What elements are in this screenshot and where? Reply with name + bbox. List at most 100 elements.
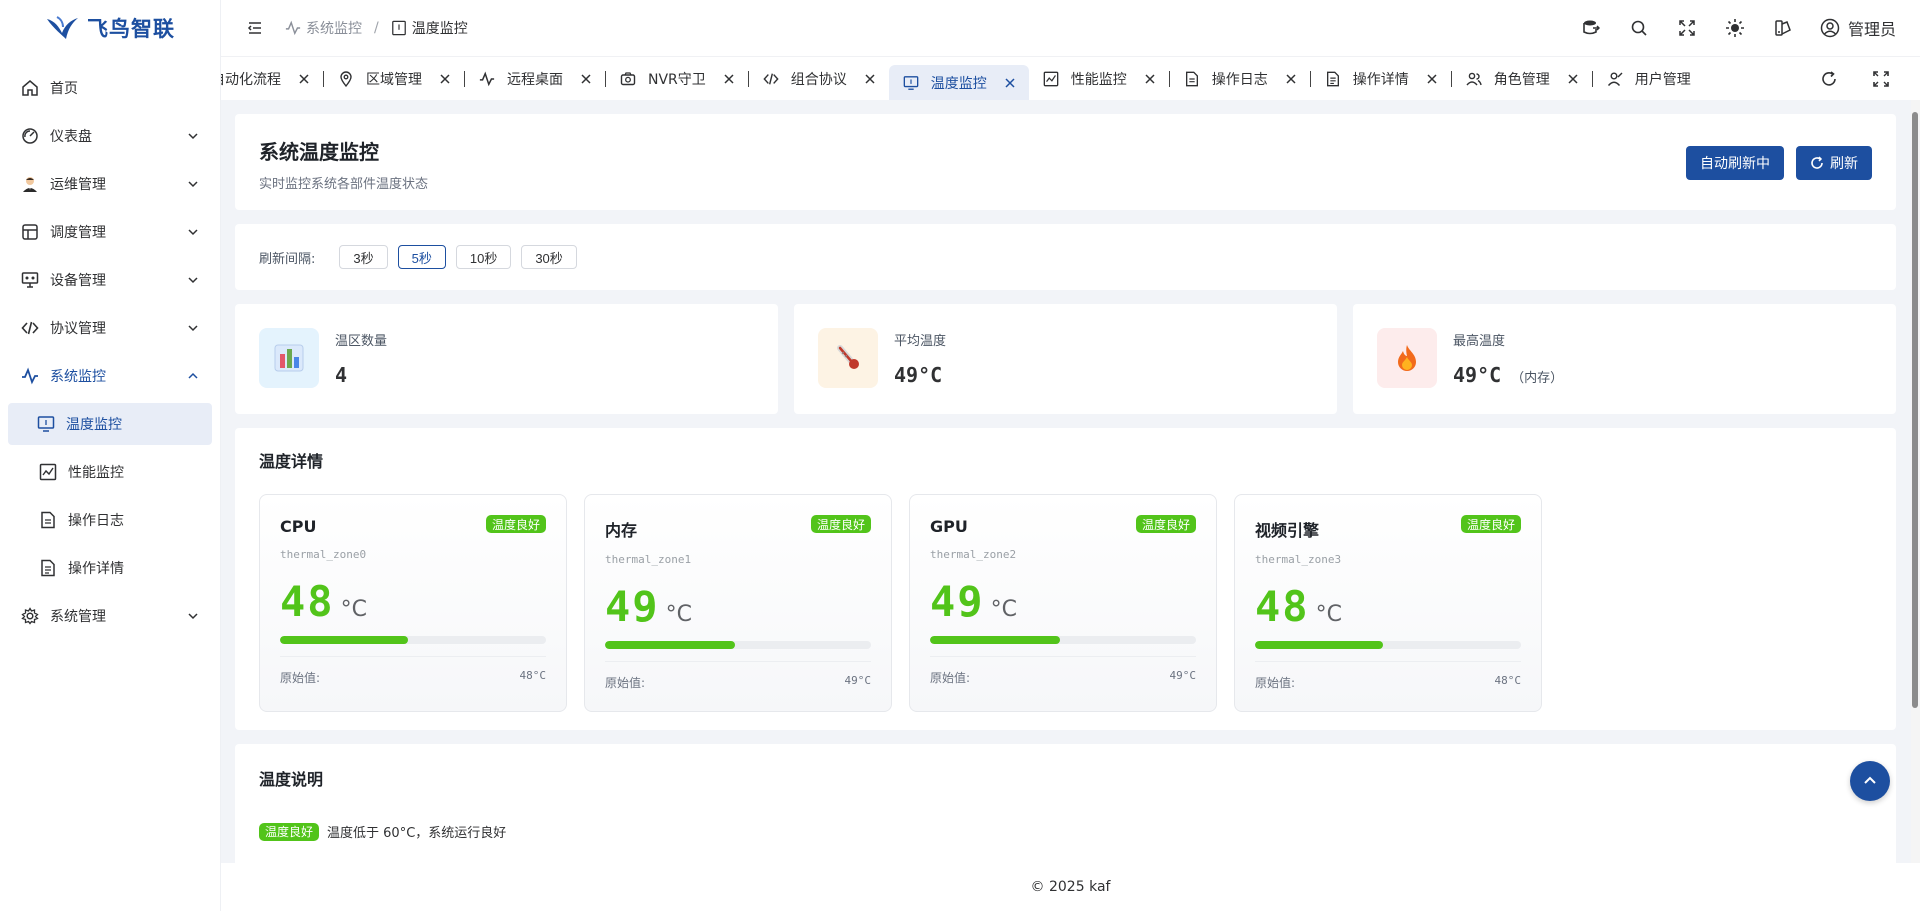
- sidebar-item-ops[interactable]: 运维管理: [0, 160, 220, 208]
- stat-label: 温区数量: [335, 334, 388, 349]
- tab-label: 温度监控: [930, 75, 987, 92]
- breadcrumb-item[interactable]: 系统监控: [285, 18, 362, 38]
- chevron-up-icon: [1864, 776, 1876, 784]
- close-icon[interactable]: [1284, 72, 1298, 86]
- scrollbar-thumb[interactable]: [1912, 112, 1918, 708]
- refresh-button[interactable]: 刷新: [1796, 146, 1872, 180]
- home-icon: [20, 78, 40, 98]
- interval-30s-button[interactable]: 30秒: [521, 245, 577, 269]
- chart-icon: [1043, 71, 1059, 87]
- interval-5s-button[interactable]: 5秒: [397, 245, 446, 269]
- raw-value: 49°C: [1169, 669, 1197, 682]
- doc-icon: [38, 510, 58, 530]
- temp-value: 48: [1255, 582, 1310, 631]
- fullscreen-icon[interactable]: [1870, 68, 1892, 90]
- search-icon[interactable]: [1628, 17, 1650, 39]
- operator-avatar-icon: [20, 174, 40, 194]
- stat-value: 4: [335, 363, 348, 387]
- user-icon: [1607, 71, 1623, 87]
- temp-progress-fill: [930, 636, 1061, 644]
- sidebar-item-protocol[interactable]: 协议管理: [0, 304, 220, 352]
- sidebar-item-monitor[interactable]: 系统监控: [0, 352, 220, 400]
- monitor-icon: [391, 20, 406, 36]
- auto-refresh-button[interactable]: 自动刷新中: [1686, 146, 1784, 180]
- tab-automation[interactable]: 自动化流程: [221, 61, 323, 97]
- raw-label: 原始值:: [1255, 676, 1296, 690]
- raw-value: 48°C: [1494, 674, 1522, 687]
- tab-performance[interactable]: 性能监控: [1029, 61, 1169, 97]
- fullscreen-icon[interactable]: [1676, 17, 1698, 39]
- tab-label: 远程桌面: [507, 71, 563, 88]
- interval-panel: 刷新间隔: 3秒 5秒 10秒 30秒: [235, 224, 1896, 290]
- close-icon[interactable]: [1003, 76, 1017, 90]
- tab-opdetail[interactable]: 操作详情: [1311, 61, 1451, 97]
- sidebar-item-label: 操作日志: [68, 513, 124, 529]
- bird-logo-icon: [47, 16, 78, 39]
- close-icon[interactable]: [722, 72, 736, 86]
- tab-oplog[interactable]: 操作日志: [1170, 61, 1310, 97]
- close-icon[interactable]: [297, 72, 311, 86]
- close-icon[interactable]: [438, 72, 452, 86]
- collapse-sidebar-button[interactable]: [245, 18, 265, 38]
- tab-nvr[interactable]: NVR守卫: [606, 61, 748, 97]
- monitor-icon: [903, 75, 919, 91]
- sidebar-item-home[interactable]: 首页: [0, 64, 220, 112]
- tab-label: 用户管理: [1634, 71, 1691, 88]
- sidebar-item-opdetail[interactable]: 操作详情: [0, 544, 220, 592]
- header-actions: 管理员: [1580, 16, 1896, 40]
- button-label: 自动刷新中: [1700, 156, 1770, 172]
- close-icon[interactable]: [1425, 72, 1439, 86]
- close-icon[interactable]: [1566, 72, 1580, 86]
- temp-unit: °C: [340, 597, 367, 622]
- palette-icon[interactable]: [1772, 17, 1794, 39]
- interval-3s-button[interactable]: 3秒: [339, 245, 388, 269]
- temp-card-cpu: CPU 温度良好 thermal_zone0 48 °C 原始值: 48°C: [259, 494, 567, 712]
- temp-progress: [1255, 641, 1521, 649]
- section-title: 温度详情: [259, 452, 324, 471]
- chevron-down-icon: [188, 133, 198, 140]
- page-subtitle: 实时监控系统各部件温度状态: [259, 177, 429, 192]
- interval-10s-button[interactable]: 10秒: [455, 245, 512, 269]
- tab-region[interactable]: 区域管理: [324, 61, 464, 97]
- card-temp: 49 °C: [605, 582, 871, 631]
- sidebar-item-label: 温度监控: [66, 417, 122, 433]
- sidebar-item-device[interactable]: 设备管理: [0, 256, 220, 304]
- tabs-actions: [1794, 57, 1920, 100]
- tab-combo-protocol[interactable]: 组合协议: [749, 61, 889, 97]
- sidebar-item-label: 设备管理: [50, 273, 106, 289]
- refresh-tab-icon[interactable]: [1818, 68, 1840, 90]
- sidebar-item-schedule[interactable]: 调度管理: [0, 208, 220, 256]
- tab-temperature[interactable]: 温度监控: [888, 64, 1029, 100]
- bar-chart-icon: [259, 328, 319, 388]
- tab-remote-desktop[interactable]: 远程桌面: [465, 61, 605, 97]
- chevron-down-icon: [188, 229, 198, 236]
- sidebar-item-dashboard[interactable]: 仪表盘: [0, 112, 220, 160]
- tab-users[interactable]: 用户管理: [1593, 61, 1703, 97]
- sidebar-item-system[interactable]: 系统管理: [0, 592, 220, 640]
- tab-roles[interactable]: 角色管理: [1452, 61, 1592, 97]
- card-temp: 48 °C: [1255, 582, 1521, 631]
- card-zone: thermal_zone3: [1255, 553, 1342, 566]
- raw-label: 原始值:: [605, 676, 646, 690]
- database-switch-icon[interactable]: [1580, 17, 1602, 39]
- tabs-bar: 自动化流程 区域管理 远程桌面 NVR守卫 组合协议 温度监: [221, 56, 1920, 100]
- sidebar-item-temperature[interactable]: 温度监控: [8, 403, 212, 445]
- sidebar-item-oplog[interactable]: 操作日志: [0, 496, 220, 544]
- footer: © 2025 kaf: [221, 863, 1920, 911]
- logo[interactable]: 飞鸟智联: [0, 0, 220, 56]
- stat-max-temp: 最高温度 49°C （内存）: [1353, 304, 1896, 414]
- sidebar-item-label: 仪表盘: [50, 129, 92, 145]
- button-label: 刷新: [1830, 156, 1858, 172]
- status-badge: 温度良好: [1135, 515, 1196, 533]
- close-icon[interactable]: [1143, 72, 1157, 86]
- close-icon[interactable]: [579, 72, 593, 86]
- user-menu[interactable]: 管理员: [1820, 16, 1896, 40]
- sun-theme-icon[interactable]: [1724, 17, 1746, 39]
- close-icon[interactable]: [863, 72, 877, 86]
- section-title: 温度说明: [259, 770, 324, 789]
- sidebar-submenu-monitor: 温度监控 性能监控 操作日志 操作详情: [0, 403, 220, 592]
- sidebar-item-performance[interactable]: 性能监控: [0, 448, 220, 496]
- back-to-top-button[interactable]: [1850, 761, 1890, 801]
- stat-zone-count: 温区数量 4: [235, 304, 778, 414]
- copyright: © 2025 kaf: [1030, 879, 1111, 895]
